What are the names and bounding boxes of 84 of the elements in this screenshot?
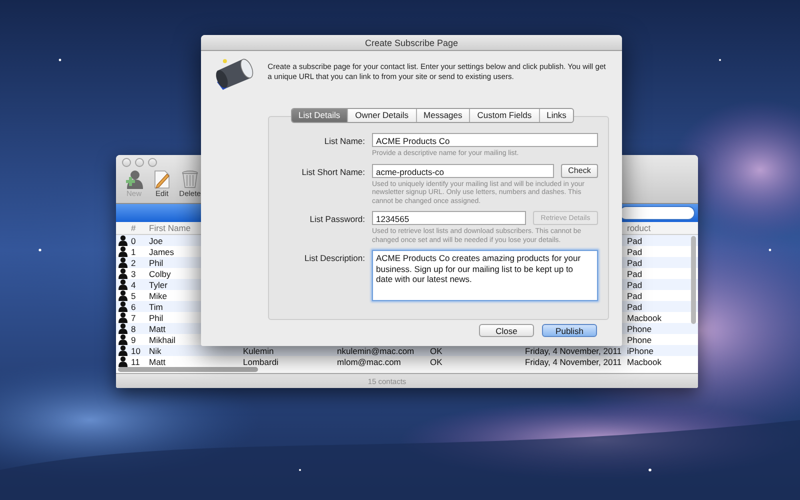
table-cell-text: nkulemin@mac.com bbox=[336, 346, 416, 356]
table-cell-text: Tim bbox=[148, 302, 164, 312]
minimize-window-icon[interactable] bbox=[135, 158, 144, 167]
field-button[interactable]: Check bbox=[561, 164, 598, 178]
edit-icon bbox=[152, 169, 172, 189]
table-cell-text: Kulemin bbox=[242, 346, 275, 356]
scrollbar-thumb[interactable] bbox=[118, 367, 258, 372]
table-cell-text: Friday, 4 November, 2011 bbox=[524, 346, 623, 356]
table-cell-text: Tyler bbox=[148, 280, 168, 290]
table-cell-text: Nik bbox=[148, 346, 162, 356]
table-cell-text: 10 bbox=[130, 346, 142, 356]
tab[interactable]: Owner Details bbox=[347, 109, 416, 122]
table-cell-text: Lombardi bbox=[242, 356, 280, 366]
table-cell-text: 11 bbox=[130, 356, 141, 366]
description-field[interactable]: ACME Products Co creates amazing products for your business. Sign up for our mailing list to be kept up to date with our latest news. bbox=[372, 250, 598, 301]
table-cell-text: Pad bbox=[626, 280, 644, 290]
zoom-window-icon[interactable] bbox=[148, 158, 157, 167]
search-field[interactable] bbox=[619, 206, 695, 220]
person-icon bbox=[118, 345, 128, 356]
table-cell-text: mlom@mac.com bbox=[336, 356, 402, 366]
table-cell-text: 1 bbox=[130, 246, 137, 256]
table-cell-text: Phone bbox=[626, 334, 653, 344]
table-cell-text: Matt bbox=[148, 356, 167, 366]
table-cell-text: OK bbox=[429, 356, 444, 366]
scrollbar-thumb[interactable] bbox=[691, 236, 696, 324]
person-icon bbox=[118, 334, 128, 345]
table-cell-text: Pad bbox=[626, 302, 644, 312]
table-cell-text: Pad bbox=[626, 258, 644, 268]
table-cell-text: 7 bbox=[130, 312, 137, 322]
table-cell-text: Mike bbox=[148, 290, 168, 300]
table-cell-text: 5 bbox=[130, 290, 137, 300]
table-cell-text: 6 bbox=[130, 302, 137, 312]
column-header[interactable]: roduct bbox=[626, 223, 698, 233]
dialog-button[interactable]: Publish bbox=[542, 324, 597, 337]
tab[interactable]: Messages bbox=[416, 109, 470, 122]
table-cell-text: 2 bbox=[130, 258, 137, 268]
table-cell-text: 4 bbox=[130, 280, 137, 290]
table-cell-text: Friday, 4 November, 2011 bbox=[524, 356, 623, 366]
person-icon bbox=[118, 312, 128, 323]
tab[interactable]: Links bbox=[538, 109, 574, 122]
close-window-icon[interactable] bbox=[122, 158, 131, 167]
field-label: List Name: bbox=[323, 135, 365, 148]
table-cell-text: Joe bbox=[148, 236, 164, 246]
field-label: List Password: bbox=[308, 213, 365, 226]
table-cell-text: Colby bbox=[148, 268, 172, 278]
table-cell-text: 3 bbox=[130, 268, 137, 278]
table-cell-text: Phone bbox=[626, 324, 653, 334]
tab[interactable]: List Details bbox=[292, 109, 348, 122]
table-cell-text: Pad bbox=[626, 268, 644, 278]
input-field[interactable]: acme-products-co bbox=[372, 164, 554, 178]
table-cell-text: Pad bbox=[626, 236, 644, 246]
table-cell-text: Pad bbox=[626, 246, 644, 256]
table-cell-text: Pad bbox=[626, 290, 644, 300]
person-icon bbox=[118, 257, 128, 268]
table-cell-text: 0 bbox=[130, 236, 137, 246]
table-cell-text: OK bbox=[429, 346, 444, 356]
table-cell-text: Phil bbox=[148, 312, 164, 322]
field-label: List Description: bbox=[304, 252, 365, 265]
table-cell-text: Matt bbox=[148, 324, 167, 334]
person-icon bbox=[118, 356, 128, 367]
table-cell-text: iPhone bbox=[626, 346, 654, 356]
table-cell-text: 9 bbox=[130, 334, 137, 344]
person-icon bbox=[118, 268, 128, 279]
table-cell-text: James bbox=[148, 246, 176, 256]
tab[interactable]: Custom Fields bbox=[469, 109, 539, 122]
table-cell-text: Phil bbox=[148, 258, 164, 268]
column-header[interactable]: # bbox=[130, 223, 148, 233]
table-cell-text: Macbook bbox=[626, 356, 662, 366]
table-cell-text: Mikhail bbox=[148, 334, 176, 344]
trash-icon bbox=[180, 169, 200, 189]
person-icon bbox=[118, 279, 128, 290]
person-icon bbox=[118, 290, 128, 301]
window-title: Create Subscribe Page bbox=[364, 38, 458, 48]
field-label: List Short Name: bbox=[300, 166, 365, 178]
dialog-button[interactable]: Close bbox=[479, 324, 534, 337]
person-icon bbox=[118, 323, 128, 334]
person-icon bbox=[118, 301, 128, 312]
input-field[interactable]: 1234565 bbox=[372, 211, 526, 225]
table-cell-text: 8 bbox=[130, 324, 137, 334]
table-cell-text: Macbook bbox=[626, 312, 662, 322]
person-icon bbox=[118, 235, 128, 246]
input-field[interactable]: ACME Products Co bbox=[372, 133, 598, 147]
person-icon bbox=[118, 246, 128, 257]
add-person-icon bbox=[124, 169, 144, 189]
